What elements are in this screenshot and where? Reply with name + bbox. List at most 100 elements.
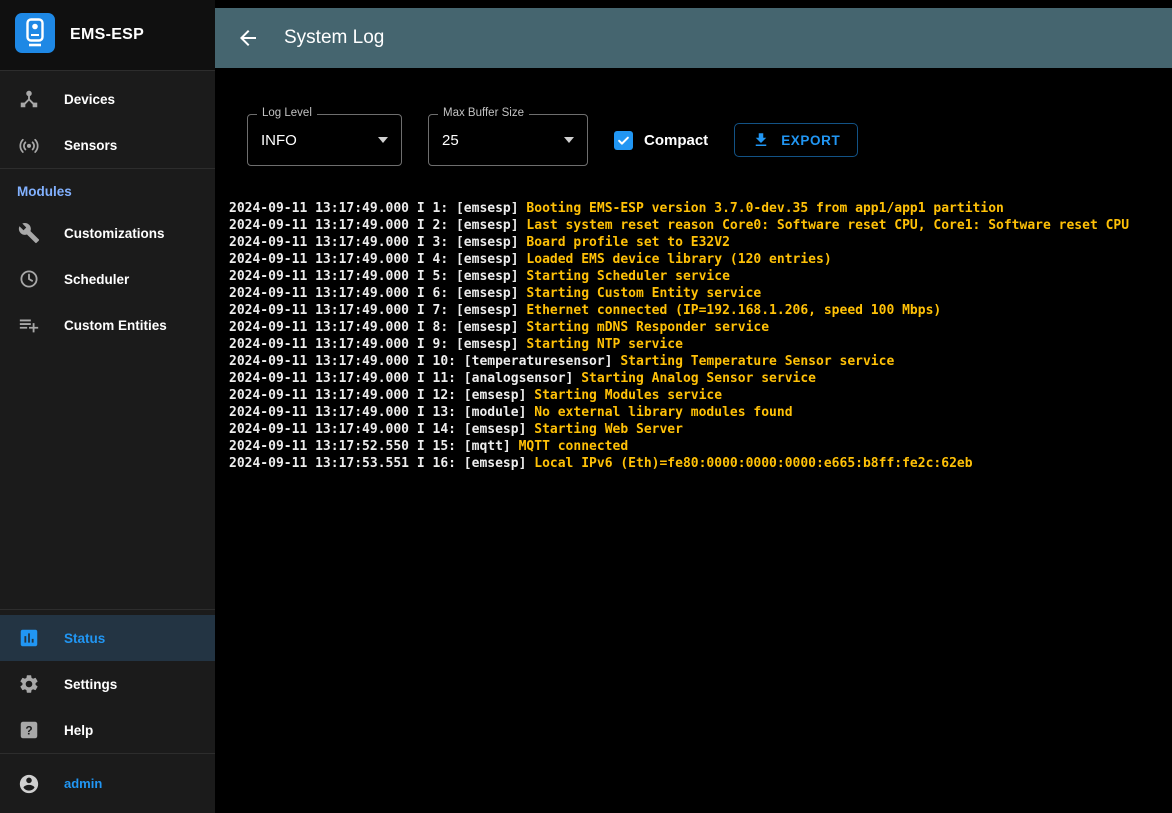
compact-checkbox-wrap: Compact bbox=[614, 131, 708, 150]
log-line: 2024-09-11 13:17:49.000 I 9: [emsesp] St… bbox=[229, 336, 1148, 353]
user-name: admin bbox=[64, 776, 102, 791]
sidebar-nav-modules: Customizations Scheduler Custom Entities bbox=[0, 208, 215, 348]
log-line-message: Last system reset reason Core0: Software… bbox=[526, 218, 1129, 233]
log-controls: Log Level INFO Max Buffer Size 25 Compac… bbox=[247, 114, 1148, 166]
assessment-icon bbox=[17, 626, 41, 650]
log-line-message: Ethernet connected (IP=192.168.1.206, sp… bbox=[526, 303, 941, 318]
sidebar-item-label: Customizations bbox=[64, 226, 165, 241]
log-line: 2024-09-11 13:17:49.000 I 14: [emsesp] S… bbox=[229, 421, 1148, 438]
gear-icon bbox=[17, 672, 41, 696]
log-line-prefix: 2024-09-11 13:17:49.000 I 4: [emsesp] bbox=[229, 252, 526, 267]
modules-section-header: Modules bbox=[0, 169, 215, 208]
log-line: 2024-09-11 13:17:49.000 I 1: [emsesp] Bo… bbox=[229, 200, 1148, 217]
sidebar-item-status[interactable]: Status bbox=[0, 615, 215, 661]
log-line-prefix: 2024-09-11 13:17:49.000 I 11: [analogsen… bbox=[229, 371, 581, 386]
app-title: EMS-ESP bbox=[70, 26, 144, 44]
log-line: 2024-09-11 13:17:49.000 I 11: [analogsen… bbox=[229, 370, 1148, 387]
svg-text:?: ? bbox=[25, 723, 32, 737]
account-circle-icon bbox=[17, 772, 41, 796]
log-line-prefix: 2024-09-11 13:17:49.000 I 8: [emsesp] bbox=[229, 320, 526, 335]
sensors-icon bbox=[17, 133, 41, 157]
log-line-message: No external library modules found bbox=[534, 405, 792, 420]
log-line: 2024-09-11 13:17:49.000 I 2: [emsesp] La… bbox=[229, 217, 1148, 234]
chevron-down-icon bbox=[378, 137, 388, 143]
sidebar-item-label: Help bbox=[64, 723, 93, 738]
log-level-label: Log Level bbox=[257, 107, 317, 119]
appbar: System Log bbox=[215, 8, 1172, 68]
log-line-prefix: 2024-09-11 13:17:49.000 I 1: [emsesp] bbox=[229, 201, 526, 216]
system-log-panel: Log Level INFO Max Buffer Size 25 Compac… bbox=[215, 68, 1172, 813]
compact-label: Compact bbox=[644, 132, 708, 149]
sidebar-item-label: Status bbox=[64, 631, 105, 646]
app-root: EMS-ESP Devices Sensors bbox=[0, 0, 1172, 813]
log-line-prefix: 2024-09-11 13:17:49.000 I 2: [emsesp] bbox=[229, 218, 526, 233]
log-line-message: Starting Custom Entity service bbox=[526, 286, 761, 301]
log-line-message: Loaded EMS device library (120 entries) bbox=[526, 252, 831, 267]
log-line: 2024-09-11 13:17:52.550 I 15: [mqtt] MQT… bbox=[229, 438, 1148, 455]
sidebar-item-devices[interactable]: Devices bbox=[0, 76, 215, 122]
log-line-prefix: 2024-09-11 13:17:49.000 I 10: [temperatu… bbox=[229, 354, 620, 369]
sidebar-item-customizations[interactable]: Customizations bbox=[0, 210, 215, 256]
log-line-prefix: 2024-09-11 13:17:49.000 I 5: [emsesp] bbox=[229, 269, 526, 284]
log-line-prefix: 2024-09-11 13:17:49.000 I 14: [emsesp] bbox=[229, 422, 534, 437]
log-line-message: Booting EMS-ESP version 3.7.0-dev.35 fro… bbox=[526, 201, 1003, 216]
log-line-message: MQTT connected bbox=[519, 439, 629, 454]
sidebar-item-help[interactable]: ? Help bbox=[0, 707, 215, 753]
log-line-message: Starting Modules service bbox=[534, 388, 722, 403]
schedule-icon bbox=[17, 267, 41, 291]
log-line: 2024-09-11 13:17:49.000 I 13: [module] N… bbox=[229, 404, 1148, 421]
wrench-icon bbox=[17, 221, 41, 245]
arrow-back-icon bbox=[236, 26, 260, 50]
export-button-label: EXPORT bbox=[781, 133, 840, 148]
sidebar-item-sensors[interactable]: Sensors bbox=[0, 122, 215, 168]
sidebar-user-admin[interactable]: admin bbox=[0, 754, 215, 813]
sidebar-item-custom-entities[interactable]: Custom Entities bbox=[0, 302, 215, 348]
max-buffer-size-value: 25 bbox=[442, 132, 564, 149]
device-hub-icon bbox=[17, 87, 41, 111]
log-list[interactable]: 2024-09-11 13:17:49.000 I 1: [emsesp] Bo… bbox=[229, 200, 1148, 472]
app-logo-icon bbox=[15, 13, 55, 58]
log-line-prefix: 2024-09-11 13:17:49.000 I 3: [emsesp] bbox=[229, 235, 526, 250]
log-line: 2024-09-11 13:17:49.000 I 6: [emsesp] St… bbox=[229, 285, 1148, 302]
log-line-message: Starting Temperature Sensor service bbox=[620, 354, 894, 369]
sidebar-nav-top: Devices Sensors bbox=[0, 71, 215, 168]
sidebar-item-label: Scheduler bbox=[64, 272, 129, 287]
download-icon bbox=[752, 131, 770, 149]
chevron-down-icon bbox=[564, 137, 574, 143]
sidebar-item-label: Custom Entities bbox=[64, 318, 167, 333]
export-button[interactable]: EXPORT bbox=[734, 123, 858, 157]
log-line-prefix: 2024-09-11 13:17:49.000 I 9: [emsesp] bbox=[229, 337, 526, 352]
log-line-message: Starting Web Server bbox=[534, 422, 683, 437]
sidebar-item-scheduler[interactable]: Scheduler bbox=[0, 256, 215, 302]
back-button[interactable] bbox=[234, 24, 262, 52]
log-line-message: Starting NTP service bbox=[526, 337, 683, 352]
sidebar-header: EMS-ESP bbox=[0, 0, 215, 71]
log-line-message: Starting Analog Sensor service bbox=[581, 371, 816, 386]
log-line-message: Starting mDNS Responder service bbox=[526, 320, 769, 335]
log-level-select[interactable]: Log Level INFO bbox=[247, 114, 402, 166]
log-line-prefix: 2024-09-11 13:17:49.000 I 12: [emsesp] bbox=[229, 388, 534, 403]
log-level-value: INFO bbox=[261, 132, 378, 149]
sidebar-bottom-group: Status Settings ? Help bbox=[0, 609, 215, 813]
sidebar: EMS-ESP Devices Sensors bbox=[0, 0, 215, 813]
log-line-prefix: 2024-09-11 13:17:49.000 I 13: [module] bbox=[229, 405, 534, 420]
help-icon: ? bbox=[17, 718, 41, 742]
sidebar-item-label: Settings bbox=[64, 677, 117, 692]
log-line-message: Starting Scheduler service bbox=[526, 269, 730, 284]
sidebar-item-label: Devices bbox=[64, 92, 115, 107]
log-line: 2024-09-11 13:17:49.000 I 5: [emsesp] St… bbox=[229, 268, 1148, 285]
max-buffer-size-select[interactable]: Max Buffer Size 25 bbox=[428, 114, 588, 166]
sidebar-item-label: Sensors bbox=[64, 138, 117, 153]
compact-checkbox[interactable] bbox=[614, 131, 633, 150]
log-line: 2024-09-11 13:17:49.000 I 7: [emsesp] Et… bbox=[229, 302, 1148, 319]
log-line-message: Board profile set to E32V2 bbox=[526, 235, 730, 250]
check-icon bbox=[616, 133, 631, 148]
main-area: System Log Log Level INFO Max Buffer Siz… bbox=[215, 0, 1172, 813]
log-line-prefix: 2024-09-11 13:17:49.000 I 7: [emsesp] bbox=[229, 303, 526, 318]
log-line: 2024-09-11 13:17:49.000 I 3: [emsesp] Bo… bbox=[229, 234, 1148, 251]
page-title: System Log bbox=[284, 27, 384, 49]
playlist-add-icon bbox=[17, 313, 41, 337]
sidebar-item-settings[interactable]: Settings bbox=[0, 661, 215, 707]
max-buffer-size-label: Max Buffer Size bbox=[438, 107, 529, 119]
log-line-message: Local IPv6 (Eth)=fe80:0000:0000:0000:e66… bbox=[534, 456, 972, 471]
